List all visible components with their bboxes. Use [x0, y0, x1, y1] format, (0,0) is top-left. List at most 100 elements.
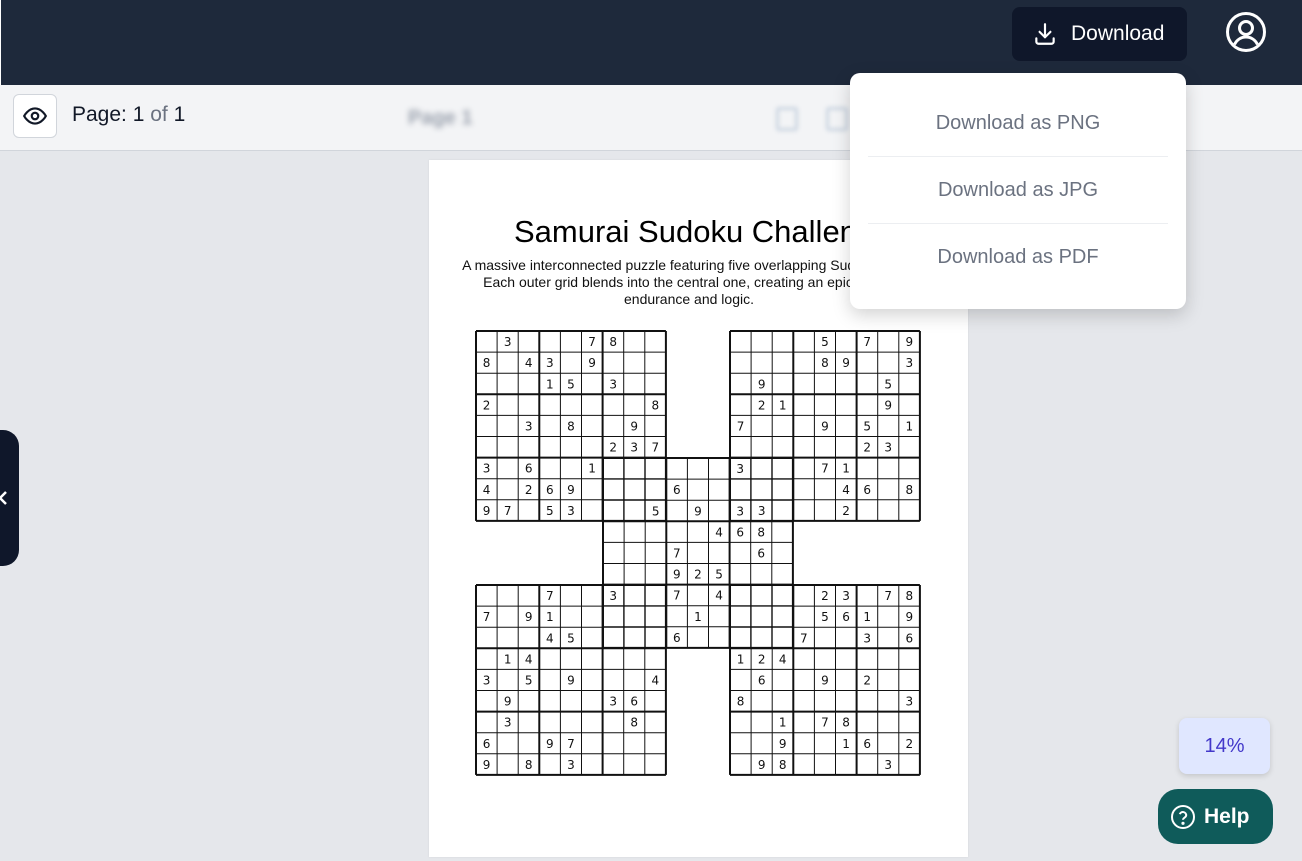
sudoku-digit: 1: [779, 716, 787, 730]
sudoku-digit: 1: [842, 737, 850, 751]
sudoku-digit: 8: [609, 335, 617, 349]
sudoku-digit: 6: [863, 483, 871, 497]
sudoku-digit: 6: [630, 695, 638, 709]
duplicate-page-icon[interactable]: [776, 107, 798, 131]
sudoku-digit: 5: [546, 504, 554, 518]
sudoku-digit: 2: [758, 398, 766, 412]
sudoku-digit: 8: [483, 356, 491, 370]
download-pdf-option[interactable]: Download as PDF: [868, 224, 1168, 291]
sudoku-digit: 9: [567, 483, 575, 497]
help-button[interactable]: Help: [1158, 789, 1273, 844]
page-indicator: Page: 1 of 1: [72, 103, 185, 127]
sidebar-collapse-tab[interactable]: [0, 430, 19, 566]
sudoku-digit: 7: [588, 335, 596, 349]
sudoku-digit: 8: [737, 695, 745, 709]
sudoku-digit: 1: [779, 398, 787, 412]
sudoku-digit: 4: [715, 589, 723, 603]
sudoku-digit: 2: [758, 652, 766, 666]
sudoku-digit: 8: [567, 419, 575, 433]
sudoku-digit: 9: [567, 673, 575, 687]
sudoku-digit: 3: [504, 716, 512, 730]
sudoku-digit: 4: [652, 673, 660, 687]
sudoku-digit: 1: [906, 419, 914, 433]
sudoku-digit: 7: [504, 504, 512, 518]
sudoku-digit: 3: [567, 758, 575, 772]
sudoku-digit: 9: [779, 737, 787, 751]
sudoku-digit: 5: [863, 419, 871, 433]
sudoku-digit: 5: [525, 673, 533, 687]
sudoku-digit: 6: [673, 631, 681, 645]
sudoku-digit: 8: [842, 716, 850, 730]
sudoku-digit: 3: [525, 419, 533, 433]
download-button[interactable]: Download: [1012, 7, 1187, 61]
sudoku-digit: 8: [630, 716, 638, 730]
user-circle-icon[interactable]: [1225, 11, 1267, 53]
sudoku-digit: 2: [821, 589, 829, 603]
sudoku-digit: 5: [652, 504, 660, 518]
sudoku-digit: 3: [483, 673, 491, 687]
copy-page-icon[interactable]: [826, 107, 848, 131]
sudoku-digit: 7: [821, 716, 829, 730]
sudoku-digit: 8: [757, 525, 765, 539]
sudoku-digit: 6: [842, 610, 850, 624]
page-current: 1: [132, 103, 145, 126]
sudoku-digit: 4: [525, 652, 533, 666]
sudoku-digit: 6: [546, 483, 554, 497]
sudoku-digit: 2: [525, 483, 533, 497]
sudoku-digit: 7: [483, 610, 491, 624]
sudoku-digit: 2: [863, 441, 871, 455]
sudoku-digit: 3: [546, 356, 554, 370]
zoom-level-button[interactable]: 14%: [1179, 718, 1270, 774]
sudoku-digit: 7: [821, 462, 829, 476]
sudoku-digit: 8: [821, 356, 829, 370]
download-jpg-option[interactable]: Download as JPG: [868, 157, 1168, 224]
sudoku-digit: 1: [546, 377, 554, 391]
page-total: 1: [173, 103, 186, 126]
sudoku-digit: 7: [567, 737, 575, 751]
sudoku-digit: 3: [567, 504, 575, 518]
sudoku-digit: 8: [525, 758, 533, 772]
sudoku-digit: 9: [906, 335, 914, 349]
download-png-option[interactable]: Download as PNG: [868, 90, 1168, 157]
sudoku-digit: 5: [715, 568, 723, 582]
sudoku-digit: 7: [652, 441, 660, 455]
preview-toggle-button[interactable]: [13, 94, 57, 138]
sudoku-digit: 9: [884, 398, 892, 412]
download-label: Download: [1071, 22, 1165, 45]
sudoku-digit: 1: [504, 652, 512, 666]
sudoku-digit: 6: [736, 525, 744, 539]
sudoku-digit: 8: [906, 589, 914, 603]
sudoku-digit: 3: [504, 335, 512, 349]
sudoku-digit: 6: [906, 631, 914, 645]
page-of: of: [150, 103, 168, 126]
sudoku-digit: 9: [673, 568, 681, 582]
sudoku-digit: 7: [546, 589, 554, 603]
sudoku-digit: 9: [906, 610, 914, 624]
sudoku-digit: 9: [546, 737, 554, 751]
sudoku-digit: 6: [757, 546, 765, 560]
sudoku-digit: 9: [694, 504, 702, 518]
sudoku-digit: 1: [694, 610, 702, 624]
sudoku-digit: 2: [863, 673, 871, 687]
sudoku-digit: 6: [863, 737, 871, 751]
sudoku-digit: 9: [483, 504, 491, 518]
sudoku-digit: 3: [884, 758, 892, 772]
sudoku-digit: 9: [821, 673, 829, 687]
page-name-label: Page 1: [408, 107, 473, 129]
sudoku-digit: 3: [609, 589, 617, 603]
sudoku-digit: 9: [758, 377, 766, 391]
sudoku-digit: 2: [694, 568, 702, 582]
sudoku-digit: 3: [842, 589, 850, 603]
sudoku-digit: 4: [483, 483, 491, 497]
sudoku-digit: 7: [673, 546, 681, 560]
sudoku-digit: 3: [758, 504, 766, 518]
sudoku-digit: 4: [715, 525, 723, 539]
sudoku-digit: 9: [630, 419, 638, 433]
sudoku-digit: 5: [567, 377, 575, 391]
sudoku-digit: 3: [736, 462, 744, 476]
sudoku-digit: 3: [906, 695, 914, 709]
sudoku-digit: 9: [525, 610, 533, 624]
sudoku-digit: 9: [504, 695, 512, 709]
sudoku-digit: 9: [842, 356, 850, 370]
sudoku-digit: 1: [863, 610, 871, 624]
